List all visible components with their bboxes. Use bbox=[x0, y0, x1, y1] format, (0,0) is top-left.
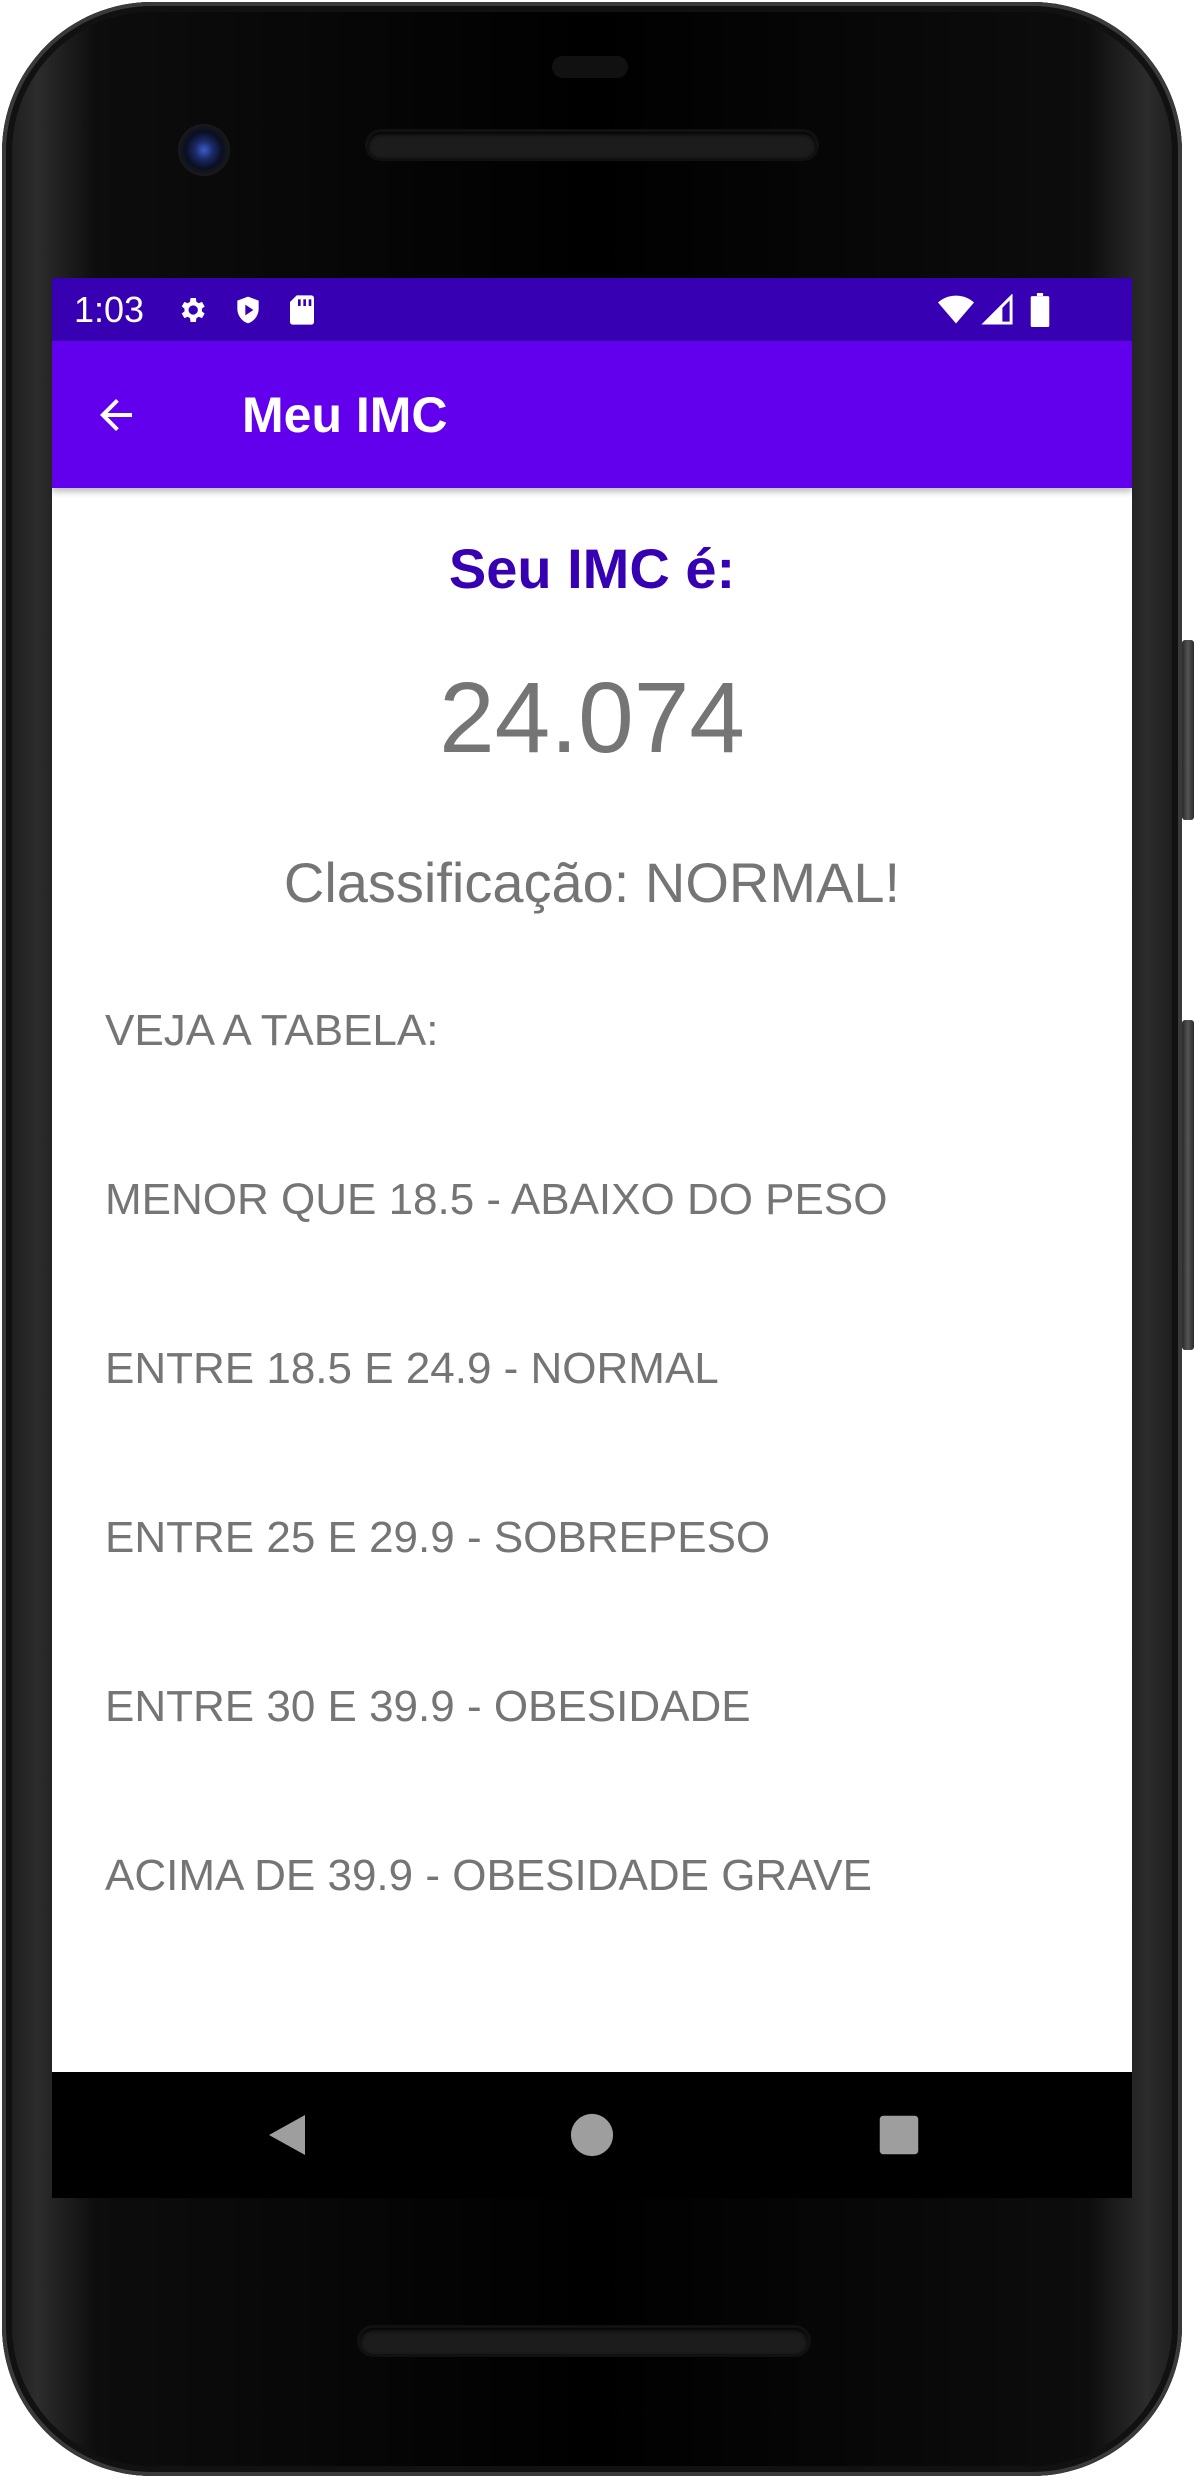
gear-icon bbox=[174, 292, 210, 328]
imc-value: 24.074 bbox=[439, 662, 745, 774]
wifi-icon bbox=[938, 292, 974, 328]
phone-frame: 1:03 Meu IMC Seu IMC é: 24.074 Classific… bbox=[0, 0, 1194, 2480]
table-row: ENTRE 18.5 E 24.9 - NORMAL bbox=[105, 1344, 719, 1393]
table-row: ENTRE 30 E 39.9 - OBESIDADE bbox=[105, 1682, 751, 1731]
screen: 1:03 Meu IMC Seu IMC é: 24.074 Classific… bbox=[52, 278, 1132, 2072]
proximity-sensor bbox=[552, 56, 628, 78]
result-heading: Seu IMC é: bbox=[448, 537, 736, 600]
bottom-speaker bbox=[360, 2328, 808, 2354]
earpiece-speaker bbox=[368, 132, 816, 158]
sd-card-icon bbox=[284, 292, 320, 328]
shield-play-icon bbox=[230, 292, 266, 328]
cell-signal-icon bbox=[980, 292, 1016, 328]
arrow-back-icon[interactable] bbox=[72, 371, 160, 459]
table-row: MENOR QUE 18.5 - ABAIXO DO PESO bbox=[105, 1175, 888, 1224]
navigation-bar bbox=[52, 2072, 1132, 2198]
status-time: 1:03 bbox=[74, 289, 145, 330]
recents-square-icon[interactable] bbox=[864, 2100, 934, 2170]
table-row: ACIMA DE 39.9 - OBESIDADE GRAVE bbox=[105, 1851, 872, 1900]
volume-button bbox=[1182, 1020, 1194, 1350]
table-title: VEJA A TABELA: bbox=[105, 1006, 439, 1055]
app-title: Meu IMC bbox=[242, 387, 448, 443]
power-button bbox=[1182, 640, 1194, 820]
front-camera bbox=[178, 124, 230, 176]
home-circle-icon[interactable] bbox=[557, 2100, 627, 2170]
status-bar: 1:03 bbox=[52, 278, 1132, 341]
app-bar: Meu IMC bbox=[52, 341, 1132, 488]
battery-icon bbox=[1022, 292, 1058, 328]
classification-text: Classificação: NORMAL! bbox=[283, 851, 901, 914]
back-triangle-icon[interactable] bbox=[252, 2100, 322, 2170]
table-row: ENTRE 25 E 29.9 - SOBREPESO bbox=[105, 1513, 771, 1562]
